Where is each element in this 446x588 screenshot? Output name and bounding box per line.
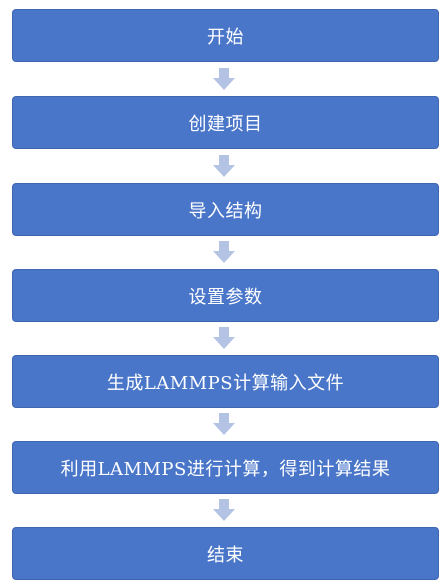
down-arrow-icon <box>213 413 235 435</box>
flow-step-create-project: 创建项目 <box>12 96 439 149</box>
flow-step-label: 生成LAMMPS计算输入文件 <box>106 372 345 394</box>
flow-step-label: 导入结构 <box>188 200 263 222</box>
down-arrow-icon <box>213 68 235 90</box>
flow-step-label: 创建项目 <box>188 113 263 135</box>
flow-step-generate-input: 生成LAMMPS计算输入文件 <box>12 355 439 408</box>
flow-step-run-calculation: 利用LAMMPS进行计算，得到计算结果 <box>12 441 439 494</box>
flow-step-label: 开始 <box>207 26 244 48</box>
flow-step-start: 开始 <box>12 9 439 62</box>
flow-step-set-parameters: 设置参数 <box>12 269 439 322</box>
flow-step-end: 结束 <box>12 527 439 580</box>
flow-step-label: 利用LAMMPS进行计算，得到计算结果 <box>60 458 391 480</box>
down-arrow-icon <box>213 241 235 263</box>
down-arrow-icon <box>213 327 235 349</box>
down-arrow-icon <box>213 499 235 521</box>
down-arrow-icon <box>213 155 235 177</box>
flow-step-label: 结束 <box>207 544 244 566</box>
flow-step-import-structure: 导入结构 <box>12 183 439 236</box>
flow-step-label: 设置参数 <box>188 286 263 308</box>
